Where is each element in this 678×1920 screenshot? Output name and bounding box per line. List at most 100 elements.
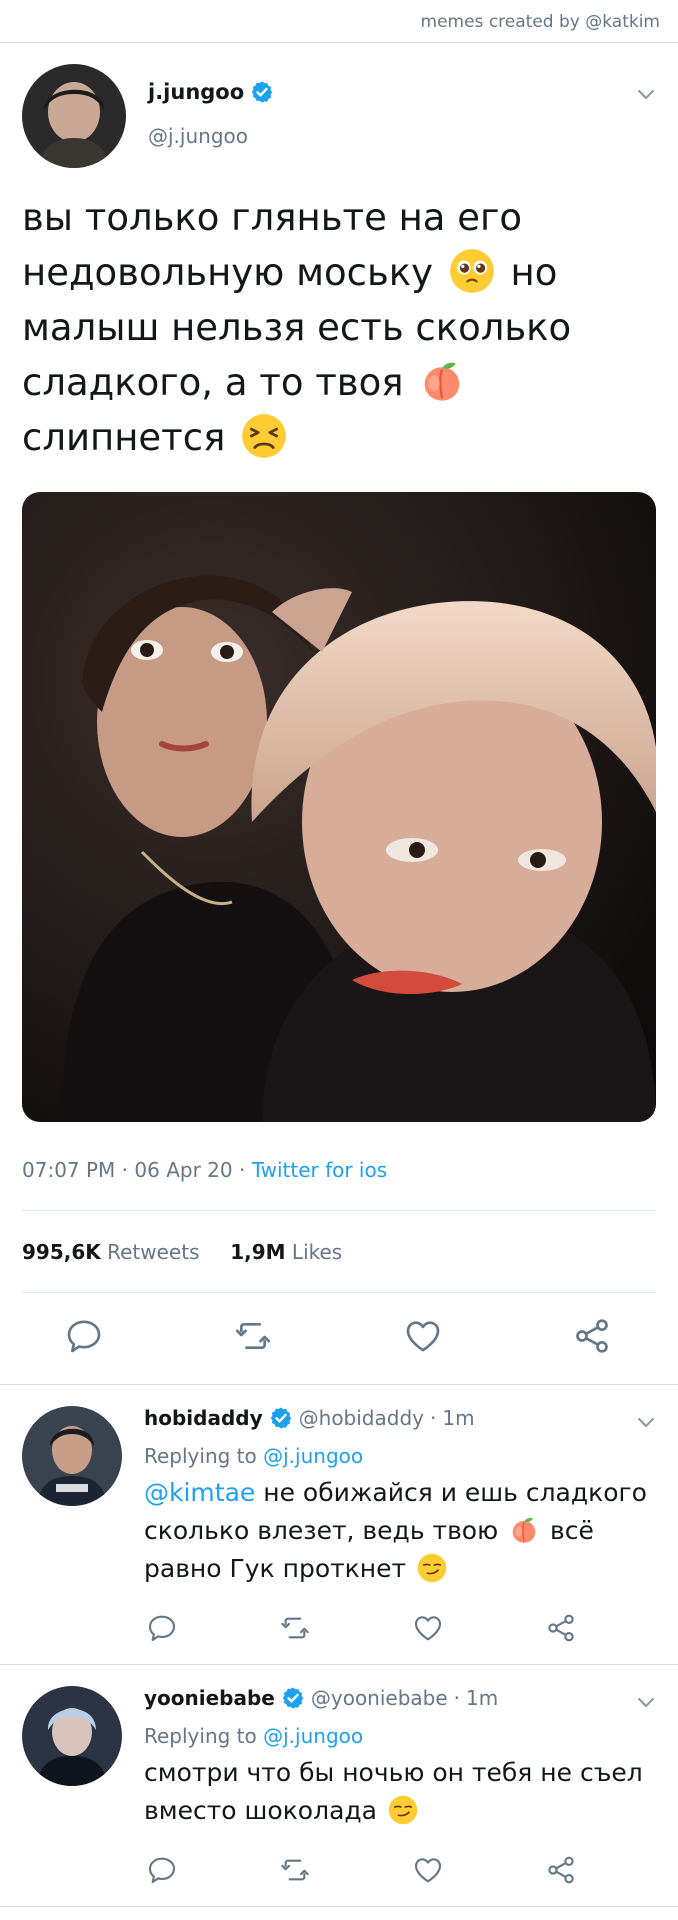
- share-button[interactable]: [545, 1612, 577, 1644]
- reply-text-line: @kimtae не обижайся и ешь сладкого: [144, 1474, 664, 1512]
- tweet-text-line: слипнется: [22, 410, 642, 465]
- replying-to-link[interactable]: @j.jungoo: [263, 1444, 363, 1468]
- reply-icon: [64, 1316, 104, 1356]
- reply-text: @kimtae не обижайся и ешь сладкого сколь…: [144, 1474, 664, 1588]
- divider: [22, 1210, 656, 1211]
- retweet-button[interactable]: [279, 1854, 311, 1886]
- peach-emoji: [419, 358, 465, 404]
- mention-link[interactable]: @kimtae: [144, 1478, 255, 1507]
- likes-count: 1,9M: [230, 1240, 286, 1264]
- share-icon: [572, 1316, 612, 1356]
- reply-text-line: смотри что бы ночью он тебя не съел: [144, 1758, 643, 1787]
- retweet-button[interactable]: [279, 1612, 311, 1644]
- share-icon: [545, 1612, 577, 1644]
- reply-text-line: сколько влезет, ведь твою всё: [144, 1512, 664, 1550]
- tweet-text-line: вы только гляньте на его: [22, 196, 523, 239]
- tweet-timestamp: 07:07 PM · 06 Apr 20 · Twitter for ios: [22, 1158, 387, 1182]
- chevron-down-icon[interactable]: [634, 1410, 658, 1434]
- tweet-stats: 995,6K Retweets 1,9M Likes: [22, 1240, 342, 1264]
- like-icon: [403, 1316, 443, 1356]
- tired-face-emoji: [241, 413, 287, 459]
- smirk-emoji: [388, 1795, 418, 1825]
- replying-to-link[interactable]: @j.jungoo: [263, 1724, 363, 1748]
- replying-label: Replying to: [144, 1724, 257, 1748]
- reply-avatar[interactable]: [22, 1406, 122, 1506]
- verified-badge-icon: [250, 80, 274, 104]
- share-icon: [545, 1854, 577, 1886]
- likes-stat[interactable]: 1,9M Likes: [230, 1240, 342, 1264]
- reply-text-line: равно Гук проткнет: [144, 1550, 664, 1588]
- top-divider: [0, 42, 678, 43]
- reply-time: 1m: [442, 1406, 475, 1430]
- like-button[interactable]: [412, 1612, 444, 1644]
- author-handle[interactable]: @j.jungoo: [148, 124, 248, 148]
- reply-button[interactable]: [64, 1316, 104, 1356]
- tweet-text-line: недовольную моську но: [22, 245, 642, 300]
- retweet-icon: [279, 1854, 311, 1886]
- tweet-text-fragment: слипнется: [22, 416, 226, 459]
- author-name[interactable]: j.jungoo: [148, 80, 274, 104]
- reply-text-fragment: не обижайся и ешь сладкого: [263, 1478, 647, 1507]
- tweet-text-line: малыш нельзя есть сколько: [22, 306, 572, 349]
- tweet-text-fragment: но: [510, 251, 558, 294]
- reply-text-line: вместо шоколада: [144, 1792, 664, 1830]
- author-name-text: j.jungoo: [148, 80, 245, 104]
- meta-dot: ·: [121, 1158, 135, 1182]
- reply-text-fragment: всё: [550, 1516, 594, 1545]
- reply-button[interactable]: [146, 1612, 178, 1644]
- reply-author-handle[interactable]: @yooniebabe: [311, 1686, 448, 1710]
- retweets-stat[interactable]: 995,6K Retweets: [22, 1240, 200, 1264]
- reply-text-fragment: сколько влезет, ведь твою: [144, 1516, 499, 1545]
- tweet-date: 06 Apr 20: [134, 1158, 233, 1182]
- reply-time: 1m: [466, 1686, 499, 1710]
- retweets-count: 995,6K: [22, 1240, 101, 1264]
- retweets-label: Retweets: [107, 1240, 200, 1264]
- like-icon: [412, 1612, 444, 1644]
- tweet-text: вы только гляньте на его недовольную мос…: [22, 190, 642, 465]
- tweet-text-fragment: недовольную моську: [22, 251, 434, 294]
- verified-badge-icon: [269, 1406, 293, 1430]
- reply-icon: [146, 1612, 178, 1644]
- meta-dot: ·: [238, 1158, 252, 1182]
- reply-text-fragment: вместо шоколада: [144, 1796, 377, 1825]
- retweet-button[interactable]: [233, 1316, 273, 1356]
- reply-button[interactable]: [146, 1854, 178, 1886]
- tweet-photo[interactable]: [22, 492, 656, 1122]
- replying-to: Replying to @j.jungoo: [144, 1724, 363, 1748]
- chevron-down-icon[interactable]: [634, 82, 658, 106]
- retweet-icon: [233, 1316, 273, 1356]
- reply-author-name[interactable]: yooniebabe: [144, 1686, 275, 1710]
- share-button[interactable]: [545, 1854, 577, 1886]
- reply-icon: [146, 1854, 178, 1886]
- reply-text-fragment: равно Гук проткнет: [144, 1554, 407, 1583]
- like-button[interactable]: [412, 1854, 444, 1886]
- tweet-text-fragment: сладкого, а то твоя: [22, 361, 404, 404]
- verified-badge-icon: [281, 1686, 305, 1710]
- likes-label: Likes: [291, 1240, 343, 1264]
- reply-header: hobidaddy @hobidaddy · 1m: [144, 1406, 475, 1430]
- meta-dot: ·: [429, 1406, 437, 1430]
- chevron-down-icon[interactable]: [634, 1690, 658, 1714]
- like-icon: [412, 1854, 444, 1886]
- like-button[interactable]: [403, 1316, 443, 1356]
- reply-header: yooniebabe @yooniebabe · 1m: [144, 1686, 498, 1710]
- tweet-text-line: сладкого, а то твоя: [22, 355, 642, 410]
- peach-emoji: [509, 1515, 539, 1545]
- meta-dot: ·: [453, 1686, 461, 1710]
- tweet-source-link[interactable]: Twitter for ios: [252, 1158, 387, 1182]
- tweet-time: 07:07 PM: [22, 1158, 116, 1182]
- retweet-icon: [279, 1612, 311, 1644]
- reply-author-name[interactable]: hobidaddy: [144, 1406, 263, 1430]
- reply-text: смотри что бы ночью он тебя не съел вмес…: [144, 1754, 664, 1830]
- reply-avatar[interactable]: [22, 1686, 122, 1786]
- replying-label: Replying to: [144, 1444, 257, 1468]
- reply-author-handle[interactable]: @hobidaddy: [299, 1406, 424, 1430]
- meme-credit: memes created by @katkim: [420, 12, 660, 32]
- replying-to: Replying to @j.jungoo: [144, 1444, 363, 1468]
- divider: [22, 1292, 656, 1293]
- pleading-face-emoji: [449, 248, 495, 294]
- smirk-emoji: [417, 1553, 447, 1583]
- share-button[interactable]: [572, 1316, 612, 1356]
- divider: [0, 1384, 678, 1385]
- author-avatar[interactable]: [22, 64, 126, 168]
